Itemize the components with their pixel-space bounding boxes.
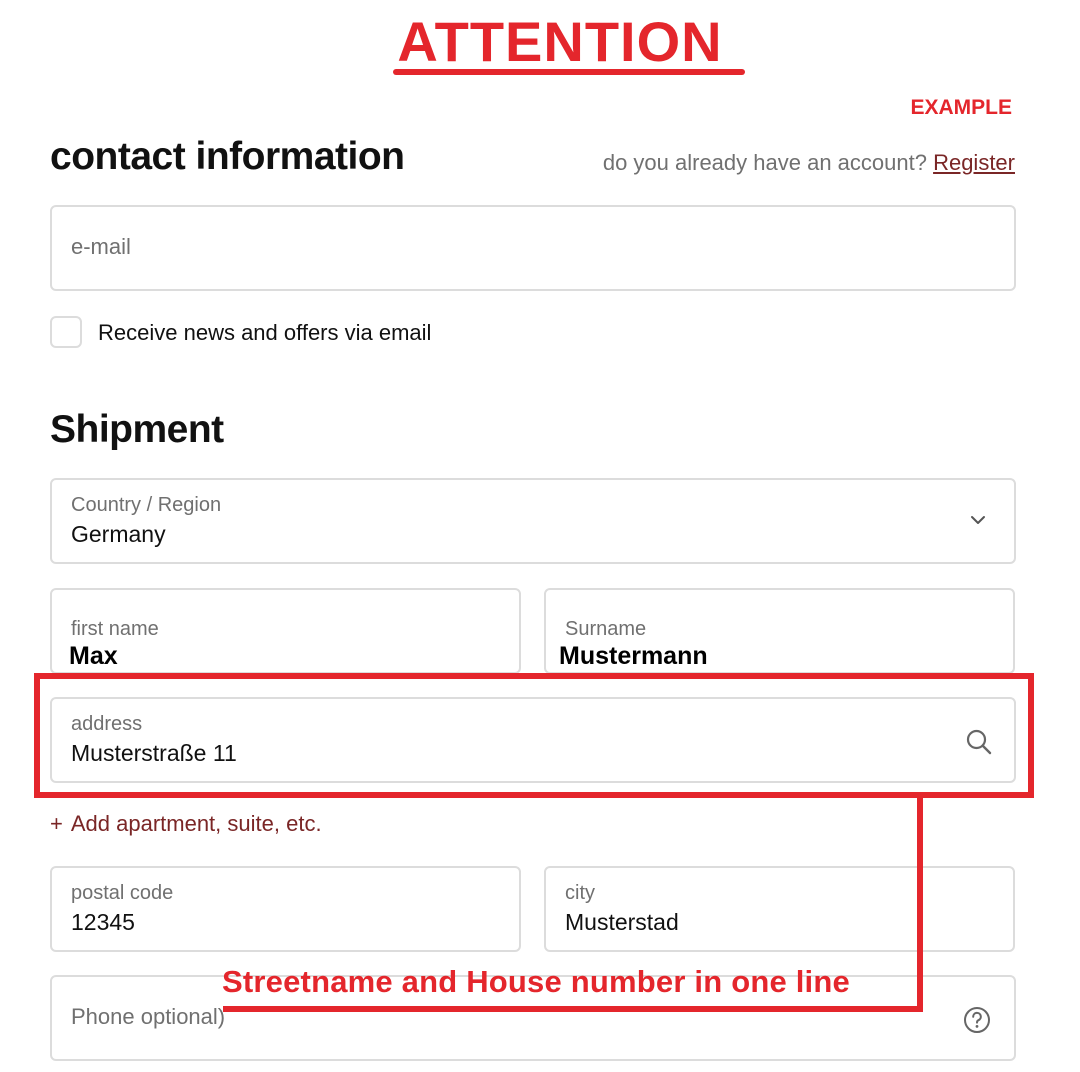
newsletter-checkbox[interactable]: [50, 316, 82, 348]
first-name-field[interactable]: first name Max: [50, 588, 521, 674]
phone-placeholder: Phone optional): [71, 1004, 226, 1029]
first-name-value: Max: [69, 642, 118, 670]
chevron-down-icon: [971, 516, 985, 524]
plus-icon: +: [50, 811, 63, 836]
city-label: city: [565, 882, 595, 904]
postal-code-label: postal code: [71, 882, 174, 904]
postal-code-value: 12345: [71, 909, 135, 935]
surname-value: Mustermann: [559, 642, 708, 670]
city-value: Musterstad: [565, 909, 679, 935]
annotation-note: Streetname and House number in one line: [222, 964, 850, 999]
account-prompt-text: do you already have an account?: [602, 150, 927, 175]
email-placeholder: e-mail: [71, 234, 131, 259]
postal-code-field[interactable]: postal code 12345: [50, 866, 521, 952]
annotation-connector-vertical: [917, 796, 923, 1012]
shipment-title: Shipment: [50, 408, 224, 451]
city-field[interactable]: city Musterstad: [544, 866, 1015, 952]
surname-field[interactable]: Surname Mustermann: [544, 588, 1015, 674]
help-icon[interactable]: [962, 1005, 992, 1035]
newsletter-checkbox-label[interactable]: Receive news and offers via email: [98, 320, 431, 346]
country-value: Germany: [71, 521, 166, 547]
address-highlight-box: [34, 673, 1034, 798]
country-select[interactable]: Country / Region Germany: [50, 478, 1016, 564]
add-apartment-label: Add apartment, suite, etc.: [70, 811, 322, 836]
country-label: Country / Region: [71, 494, 222, 516]
contact-title: contact information: [50, 135, 405, 178]
first-name-label: first name: [71, 618, 159, 640]
add-apartment-link[interactable]: + Add apartment, suite, etc.: [50, 811, 322, 837]
register-link[interactable]: Register: [933, 150, 1015, 175]
surname-label: Surname: [565, 618, 647, 640]
email-field[interactable]: e-mail: [50, 205, 1016, 291]
annotation-connector-horizontal: [223, 1006, 923, 1012]
attention-heading: ATTENTION: [397, 10, 723, 73]
example-badge: EXAMPLE: [910, 96, 1012, 119]
attention-underline: [393, 69, 745, 75]
account-prompt-row: do you already have an account? Register: [603, 150, 1015, 176]
